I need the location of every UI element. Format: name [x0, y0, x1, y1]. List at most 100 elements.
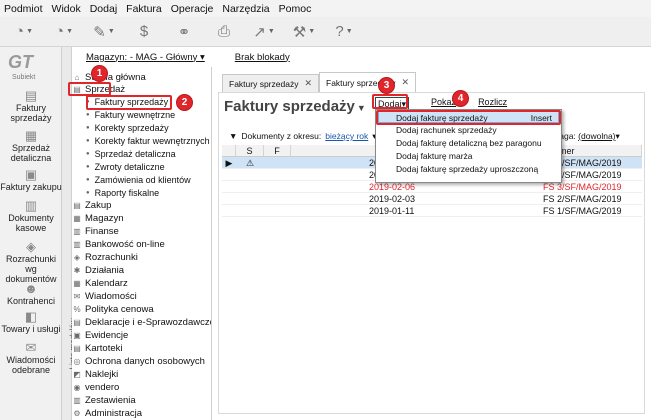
chevron-down-icon: ▾ [615, 131, 620, 141]
bullet-icon: ● [86, 177, 90, 183]
module-rozrachunki[interactable]: ◈ Rozrachunki wg dokumentów [0, 239, 62, 285]
row-number: FS 1/SF/MAG/2019 [543, 206, 622, 216]
annotation-badge-2: 2 [176, 94, 193, 111]
print-icon: ⎙ [217, 23, 230, 40]
row-date: 2019-02-03 [369, 194, 416, 204]
menu-podmiot[interactable]: Podmiot [4, 3, 43, 15]
toolbar-button-open[interactable]: ◔ ▼ [46, 20, 82, 44]
table-row[interactable]: 2019-01-11 FS 1/SF/MAG/2019 [222, 205, 642, 217]
menu-item-dodaj-rachunek[interactable]: Dodaj rachunek sprzedaży [376, 124, 561, 136]
module-wiadomosci[interactable]: ✉ Wiadomości odebrane [0, 340, 62, 376]
tree-subitem-korekty-sprzedazy[interactable]: ● Korekty sprzedaży [86, 122, 169, 134]
tree-item-kartoteki[interactable]: ▤ Kartoteki [72, 342, 122, 354]
module-kontrahenci[interactable]: ☻ Kontrahenci [0, 281, 62, 307]
header-selector [222, 145, 236, 156]
toolbar-button-edit[interactable]: ✎ ▼ [86, 20, 122, 44]
row-status: ⚠ [245, 158, 255, 168]
row-selector [222, 205, 236, 216]
tab-faktury-sprzedazy-2[interactable]: Faktury sprzedaży ✕ [319, 72, 416, 92]
toolbar-button-help[interactable]: ? ▼ [326, 20, 362, 44]
tree-subitem-faktury-wewnetrzne[interactable]: ● Faktury wewnętrzne [86, 109, 175, 121]
contractors-icon: ☻ [24, 281, 38, 296]
tree-item-polityka-cenowa[interactable]: % Polityka cenowa [72, 303, 153, 315]
menu-item-dodaj-fakture-marza[interactable]: Dodaj fakturę marża [376, 150, 561, 162]
module-faktury-sprzedazy[interactable]: ▤ Faktury sprzedaży [0, 89, 62, 124]
menu-pomoc[interactable]: Pomoc [279, 3, 312, 15]
menu-operacje[interactable]: Operacje [171, 3, 214, 15]
tree-item-naklejki[interactable]: ◩ Naklejki [72, 368, 118, 380]
menu-item-dodaj-fakture-uproszczona[interactable]: Dodaj fakturę sprzedaży uproszczoną [376, 163, 561, 175]
annotation-badge-1: 1 [91, 65, 108, 82]
page-title[interactable]: Faktury sprzedaży ▼ [224, 98, 366, 115]
retail-sales-icon: ▦ [24, 128, 38, 143]
row-number: FS 2/SF/MAG/2019 [543, 194, 622, 204]
tree-item-bankowosc[interactable]: ▥ Bankowość on-line [72, 238, 165, 250]
menu-widok[interactable]: Widok [52, 3, 81, 15]
flag-filter-value[interactable]: (dowolna) [578, 131, 615, 141]
tree-item-zestawienia[interactable]: ▥ Zestawienia [72, 394, 135, 406]
tree-item-administracja[interactable]: ⚙ Administracja [72, 407, 142, 419]
module-sprzedaz-detaliczna[interactable]: ▦ Sprzedaż detaliczna [0, 128, 62, 164]
menu-item-dodaj-fakture-detaliczna[interactable]: Dodaj fakturę detaliczną bez paragonu [376, 137, 561, 149]
top-info-bar: Magazyn: - MAG - Główny ▾ Brak blokady [72, 47, 651, 67]
lock-status-link[interactable]: Brak blokady [235, 52, 290, 63]
tree-item-finanse[interactable]: ▥ Finanse [72, 225, 119, 237]
shield-icon: ◎ [73, 356, 81, 366]
tree-item-deklaracje[interactable]: ▤ Deklaracje i e-Sprawozdawczość [72, 316, 211, 328]
period-filter-value[interactable]: bieżący rok [325, 131, 368, 142]
close-icon[interactable]: ✕ [304, 78, 312, 89]
messages-icon: ✉ [25, 340, 37, 355]
tree-item-sprzedaz[interactable]: ▤ Sprzedaż [72, 83, 125, 95]
header-f[interactable]: F [264, 145, 291, 156]
settlements-icon: ◈ [26, 239, 36, 254]
tree-item-magazyn[interactable]: ▦ Magazyn [72, 212, 123, 224]
tree-subitem-faktury-sprzedazy[interactable]: ● Faktury sprzedaży [86, 96, 168, 108]
close-icon[interactable]: ✕ [401, 77, 409, 88]
menu-item-dodaj-fakture-sprzedazy[interactable]: Dodaj fakturę sprzedaży Insert [378, 111, 559, 123]
period-filter: ▼ Dokumenty z okresu: bieżący rok▾ [229, 131, 377, 142]
actions-icon: ✱ [73, 265, 81, 275]
toolbar-button-export[interactable]: ↗ ▼ [246, 20, 282, 44]
row-status [236, 193, 264, 204]
module-towary[interactable]: ◧ Towary i usługi [0, 309, 62, 335]
tree-item-ochrona-danych[interactable]: ◎ Ochrona danych osobowych [72, 355, 205, 367]
chevron-down-icon[interactable]: ▼ [229, 131, 237, 142]
toolbar-button-tools[interactable]: ⚒ ▼ [286, 20, 322, 44]
tree-subitem-zwroty-detaliczne[interactable]: ● Zwroty detaliczne [86, 161, 165, 173]
tree-item-zakup[interactable]: ▤ Zakup [72, 199, 111, 211]
row-flag [264, 181, 291, 192]
chevron-down-icon: ▼ [345, 28, 353, 35]
tree-item-wiadomosci[interactable]: ✉ Wiadomości [72, 290, 137, 302]
tree-item-ewidencje[interactable]: ▣ Ewidencje [72, 329, 128, 341]
tree-subitem-zamowienia[interactable]: ● Zamówienia od klientów [86, 174, 191, 186]
module-faktury-zakupu[interactable]: ▣ Faktury zakupu [0, 168, 62, 193]
cards-icon: ▤ [73, 343, 81, 353]
export-icon: ↗ [253, 23, 266, 41]
menu-faktura[interactable]: Faktura [126, 3, 162, 15]
header-s[interactable]: S [236, 145, 264, 156]
bullet-icon: ● [86, 125, 90, 131]
tab-faktury-sprzedazy-1[interactable]: Faktury sprzedaży ✕ [222, 74, 319, 92]
menu-dodaj[interactable]: Dodaj [90, 3, 117, 15]
goods-icon: ◧ [24, 309, 38, 324]
warehouse-selector[interactable]: Magazyn: - MAG - Główny ▾ [86, 52, 205, 63]
toolbar-button-new[interactable]: ◔ ▼ [6, 20, 42, 44]
tree-item-rozrachunki[interactable]: ◈ Rozrachunki [72, 251, 138, 263]
toolbar-button-print[interactable]: ⎙ [206, 20, 242, 44]
tree-subitem-sprzedaz-detaliczna[interactable]: ● Sprzedaż detaliczna [86, 148, 176, 160]
toolbar-button-money[interactable]: $ [126, 20, 162, 44]
tree-subitem-korekty-faktur-wewnetrznych[interactable]: ● Korekty faktur wewnętrznych [86, 135, 210, 147]
tree-item-home[interactable]: ⌂ Strona główna [72, 71, 146, 83]
row-flag [264, 169, 291, 180]
menu-narzedzia[interactable]: Narzędzia [222, 3, 269, 15]
purchase-icon: ▤ [73, 200, 81, 210]
flag-filter: flaga: (dowolna)▾ [555, 131, 620, 142]
tree-subitem-raporty-fiskalne[interactable]: ● Raporty fiskalne [86, 187, 159, 199]
toolbar-button-link[interactable]: ⚭ [166, 20, 202, 44]
tree-item-dzialania[interactable]: ✱ Działania [72, 264, 124, 276]
table-row[interactable]: 2019-02-03 FS 2/SF/MAG/2019 [222, 193, 642, 205]
module-dokumenty-kasowe[interactable]: ▥ Dokumenty kasowe [0, 199, 62, 234]
bank-icon: ▥ [73, 239, 81, 249]
tree-item-kalendarz[interactable]: ▦ Kalendarz [72, 277, 128, 289]
tree-item-vendero[interactable]: ◉ vendero [72, 381, 120, 393]
